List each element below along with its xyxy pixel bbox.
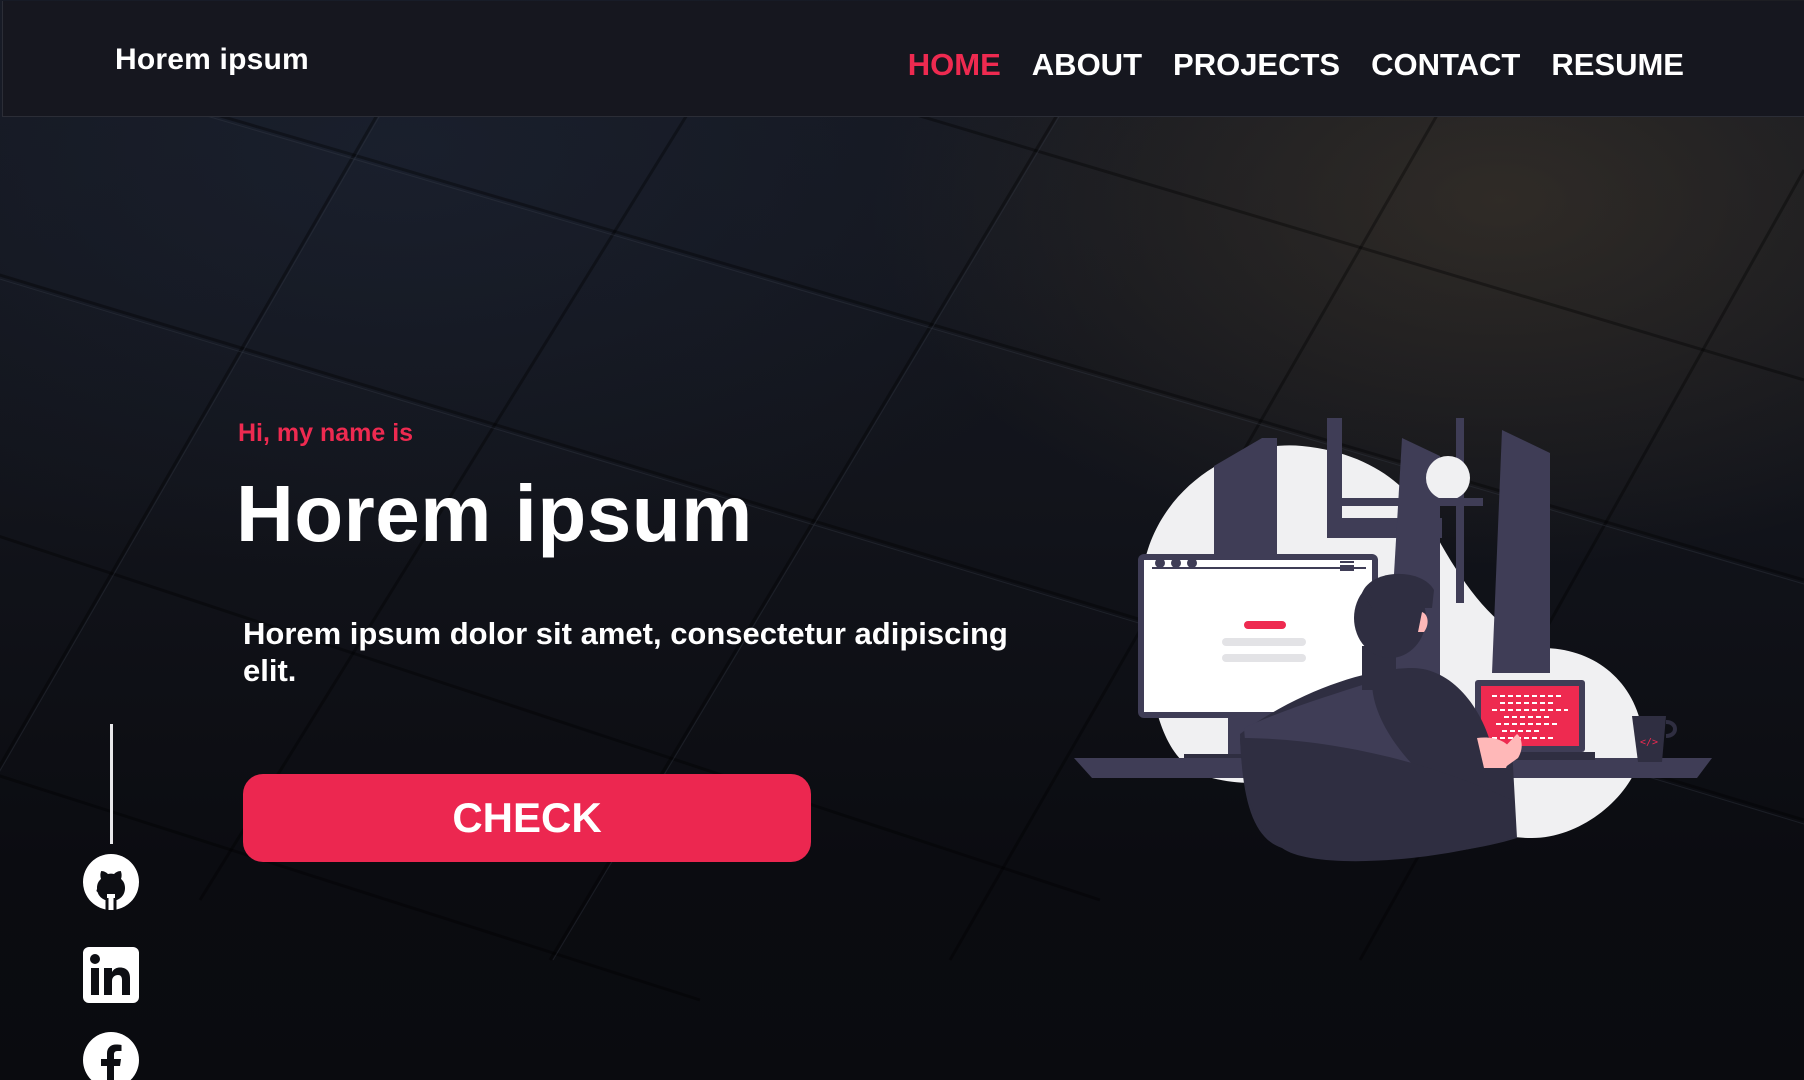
main-nav: HOME ABOUT PROJECTS CONTACT RESUME <box>908 47 1684 83</box>
nav-resume[interactable]: RESUME <box>1551 47 1684 83</box>
social-divider <box>110 724 113 844</box>
check-button[interactable]: CHECK <box>243 774 811 862</box>
hero-description: Horem ipsum dolor sit amet, consectetur … <box>243 616 1008 688</box>
hero-title: Horem ipsum <box>236 469 753 558</box>
nav-projects[interactable]: PROJECTS <box>1173 47 1340 83</box>
svg-text:</>: </> <box>1640 737 1658 748</box>
developer-illustration: </> <box>1072 418 1722 873</box>
linkedin-icon[interactable] <box>83 947 139 1003</box>
brand-logo[interactable]: Horem ipsum <box>115 43 309 77</box>
nav-contact[interactable]: CONTACT <box>1371 47 1520 83</box>
top-header: Horem ipsum HOME ABOUT PROJECTS CONTACT … <box>2 1 1804 117</box>
nav-home[interactable]: HOME <box>908 47 1001 83</box>
portfolio-page: Horem ipsum HOME ABOUT PROJECTS CONTACT … <box>0 0 1804 1080</box>
github-icon[interactable] <box>83 854 139 910</box>
hero-greeting: Hi, my name is <box>238 419 414 447</box>
nav-about[interactable]: ABOUT <box>1032 47 1142 83</box>
facebook-icon[interactable] <box>83 1032 139 1080</box>
